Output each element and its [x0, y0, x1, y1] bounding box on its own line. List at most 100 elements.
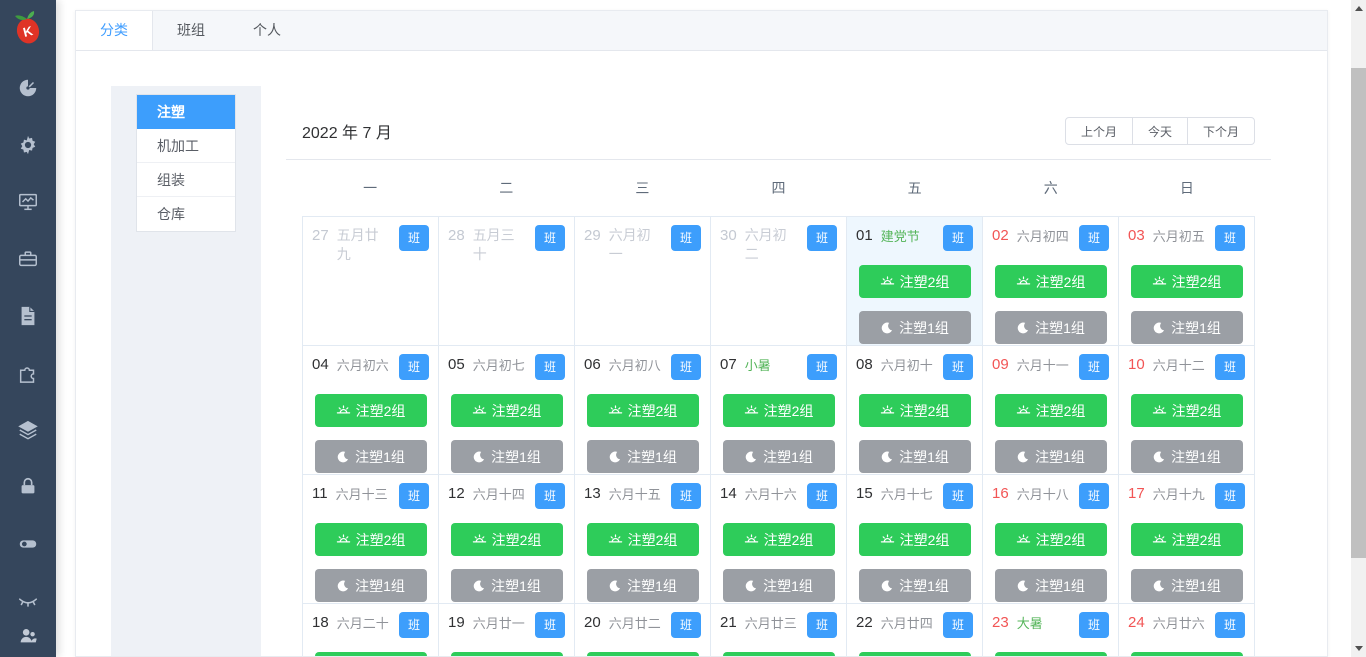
night-shift-button[interactable]: 注塑1组 — [858, 569, 971, 602]
night-shift-button[interactable]: 注塑1组 — [1130, 569, 1243, 602]
today-button[interactable]: 今天 — [1131, 117, 1188, 145]
sunrise-icon — [608, 403, 623, 418]
day-shift-button[interactable]: 注塑2组 — [858, 523, 971, 556]
document-icon[interactable] — [17, 305, 39, 327]
day-shift-button[interactable]: 注塑2组 — [994, 265, 1107, 298]
view-tab[interactable]: 个人 — [229, 11, 305, 50]
night-shift-button[interactable]: 注塑1组 — [450, 569, 563, 602]
calendar-cell[interactable]: 24 六月廿六 班 — [1119, 604, 1255, 656]
calendar-cell[interactable]: 16 六月十八 班 注塑2组 注塑1组 — [983, 475, 1119, 604]
calendar-cell[interactable]: 29 六月初一 班 — [575, 217, 711, 346]
night-shift-button[interactable]: 注塑1组 — [858, 440, 971, 473]
category-item[interactable]: 注塑 — [137, 95, 235, 129]
scrollbar-thumb[interactable] — [1351, 68, 1366, 558]
monitor-chart-icon[interactable] — [17, 191, 39, 213]
day-shift-button[interactable]: 注塑2组 — [858, 394, 971, 427]
day-shift-button[interactable]: 注塑2组 — [858, 652, 971, 656]
calendar-cell[interactable]: 17 六月十九 班 注塑2组 注塑1组 — [1119, 475, 1255, 604]
scroll-down-button[interactable] — [1351, 640, 1366, 657]
day-shift-button[interactable]: 注塑2组 — [994, 652, 1107, 656]
calendar-cell[interactable]: 19 六月廿一 班 — [439, 604, 575, 656]
vertical-scrollbar[interactable] — [1351, 0, 1366, 657]
day-shift-button[interactable]: 注塑2组 — [586, 523, 699, 556]
night-shift-button[interactable]: 注塑1组 — [994, 440, 1107, 473]
app-logo[interactable]: K — [10, 6, 46, 53]
toggle-icon[interactable] — [17, 533, 39, 555]
night-shift-button[interactable]: 注塑1组 — [586, 569, 699, 602]
night-shift-button[interactable]: 注塑1组 — [722, 440, 835, 473]
scroll-up-button[interactable] — [1351, 0, 1366, 17]
cell-header: 03 六月初五 班 — [1128, 225, 1245, 251]
night-shift-button[interactable]: 注塑1组 — [450, 440, 563, 473]
day-shift-button[interactable]: 注塑2组 — [1130, 652, 1243, 656]
view-tab[interactable]: 分类 — [76, 11, 153, 50]
night-shift-button[interactable]: 注塑1组 — [994, 569, 1107, 602]
puzzle-icon[interactable] — [17, 362, 39, 384]
day-shift-button[interactable]: 注塑2组 — [722, 394, 835, 427]
calendar-cell[interactable]: 01 建党节 班 注塑2组 注塑1组 — [847, 217, 983, 346]
day-shift-button[interactable]: 注塑2组 — [722, 652, 835, 656]
day-shift-button[interactable]: 注塑2组 — [586, 394, 699, 427]
day-shift-button[interactable]: 注塑2组 — [1130, 394, 1243, 427]
day-shift-button[interactable]: 注塑2组 — [450, 652, 563, 656]
calendar-cell[interactable]: 11 六月十三 班 注塑2组 注塑1组 — [303, 475, 439, 604]
calendar-cell[interactable]: 21 六月廿三 班 — [711, 604, 847, 656]
day-shift-button[interactable]: 注塑2组 — [1130, 523, 1243, 556]
calendar-cell[interactable]: 03 六月初五 班 注塑2组 注塑1组 — [1119, 217, 1255, 346]
calendar-cell[interactable]: 07 小暑 班 注塑2组 注塑1组 — [711, 346, 847, 475]
day-shift-button[interactable]: 注塑2组 — [586, 652, 699, 656]
calendar-cell[interactable]: 20 六月廿二 班 — [575, 604, 711, 656]
next-month-button[interactable]: 下个月 — [1186, 117, 1255, 145]
lock-icon[interactable] — [17, 476, 39, 498]
prev-month-button[interactable]: 上个月 — [1064, 117, 1133, 145]
calendar-cell[interactable]: 23 大暑 班 — [983, 604, 1119, 656]
day-shift-button[interactable]: 注塑2组 — [994, 394, 1107, 427]
category-item[interactable]: 机加工 — [137, 129, 235, 163]
night-shift-button[interactable]: 注塑1组 — [314, 569, 427, 602]
night-shift-button[interactable]: 注塑1组 — [1130, 311, 1243, 344]
calendar-cell[interactable]: 30 六月初二 班 — [711, 217, 847, 346]
day-shift-button[interactable]: 注塑2组 — [314, 652, 427, 656]
calendar-cell[interactable]: 10 六月十二 班 注塑2组 注塑1组 — [1119, 346, 1255, 475]
night-shift-button[interactable]: 注塑1组 — [858, 311, 971, 344]
calendar-cell[interactable]: 13 六月十五 班 注塑2组 注塑1组 — [575, 475, 711, 604]
calendar-cell[interactable]: 04 六月初六 班 注塑2组 注塑1组 — [303, 346, 439, 475]
settings-gear-icon[interactable] — [17, 134, 39, 156]
calendar-cell[interactable]: 22 六月廿四 班 — [847, 604, 983, 656]
users-icon[interactable] — [17, 625, 39, 647]
dashboard-icon[interactable] — [17, 77, 39, 99]
category-item[interactable]: 仓库 — [137, 197, 235, 231]
lunar-date: 六月十七 — [880, 487, 933, 502]
calendar-cell[interactable]: 08 六月初十 班 注塑2组 注塑1组 — [847, 346, 983, 475]
calendar-cell[interactable]: 15 六月十七 班 注塑2组 注塑1组 — [847, 475, 983, 604]
calendar-cell[interactable]: 14 六月十六 班 注塑2组 注塑1组 — [711, 475, 847, 604]
day-shift-button[interactable]: 注塑2组 — [450, 523, 563, 556]
toolbox-icon[interactable] — [17, 248, 39, 270]
day-shift-button[interactable]: 注塑2组 — [722, 523, 835, 556]
workday-badge: 班 — [671, 612, 701, 638]
night-shift-button[interactable]: 注塑1组 — [994, 311, 1107, 344]
calendar-cell[interactable]: 12 六月十四 班 注塑2组 注塑1组 — [439, 475, 575, 604]
night-shift-button[interactable]: 注塑1组 — [1130, 440, 1243, 473]
calendar-cell[interactable]: 18 六月二十 班 — [303, 604, 439, 656]
calendar-cell[interactable]: 05 六月初七 班 注塑2组 注塑1组 — [439, 346, 575, 475]
day-shift-button[interactable]: 注塑2组 — [314, 523, 427, 556]
day-shift-button[interactable]: 注塑2组 — [314, 394, 427, 427]
category-item[interactable]: 组装 — [137, 163, 235, 197]
day-shift-button[interactable]: 注塑2组 — [450, 394, 563, 427]
day-shift-button[interactable]: 注塑2组 — [858, 265, 971, 298]
view-tab[interactable]: 班组 — [153, 11, 229, 50]
calendar-cell[interactable]: 28 五月三十 班 — [439, 217, 575, 346]
lunar-date: 六月二十 — [336, 616, 389, 631]
calendar-cell[interactable]: 27 五月廿九 班 — [303, 217, 439, 346]
night-shift-button[interactable]: 注塑1组 — [314, 440, 427, 473]
calendar-cell[interactable]: 06 六月初八 班 注塑2组 注塑1组 — [575, 346, 711, 475]
day-shift-button[interactable]: 注塑2组 — [994, 523, 1107, 556]
layers-icon[interactable] — [17, 419, 39, 441]
day-shift-button[interactable]: 注塑2组 — [1130, 265, 1243, 298]
calendar-cell[interactable]: 09 六月十一 班 注塑2组 注塑1组 — [983, 346, 1119, 475]
eye-off-icon[interactable] — [17, 590, 39, 612]
calendar-cell[interactable]: 02 六月初四 班 注塑2组 注塑1组 — [983, 217, 1119, 346]
night-shift-button[interactable]: 注塑1组 — [586, 440, 699, 473]
night-shift-button[interactable]: 注塑1组 — [722, 569, 835, 602]
